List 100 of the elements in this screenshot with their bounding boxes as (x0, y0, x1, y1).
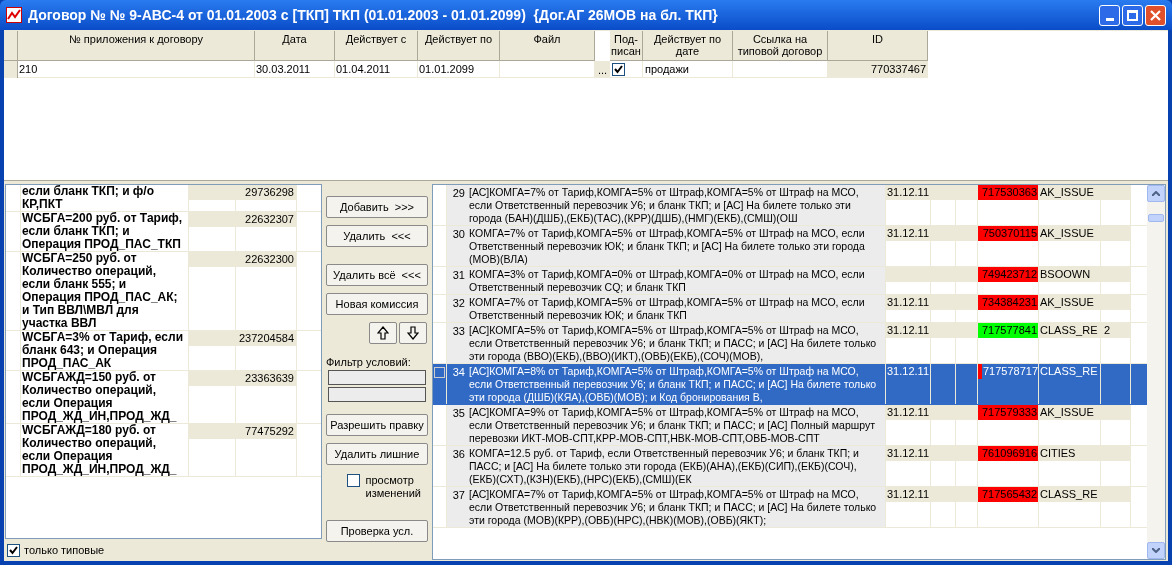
column-header[interactable]: Действует по дате (643, 31, 733, 61)
table-cell: [АС]КОМГА=9% от Тариф,КОМГА=5% от Штраф,КОМГА=5% от Штраф на МСО, если Ответственный перевозчик У6; и бланк ТКП; и ПАСС; и [АС] Полный маршрут перевозки ИКТ-МОВ-СПТ,КРР-МОВ-СПТ,НВК-МОВ-СПТ,ОВБ-МОВ-СПТ (467, 405, 886, 445)
table-cell: [АС]КОМГА=5% от Тариф,КОМГА=5% от Штраф,КОМГА=5% от Штраф на МСО, если Ответственный перевозчик У6; и бланк ТКП; и ПАСС; и [АС] На билете только эти города (ВВО)(ЕКБ),(ВВО)(ИКТ),(ОВБ)(ЕКБ),(СОЧ)(МОВ), (467, 323, 886, 363)
table-cell: CLASS_RE (1039, 323, 1101, 363)
id-cell: 717577841 (978, 323, 1039, 363)
table-cell: 01.01.2099 (418, 61, 500, 78)
table-cell: AK_ISSUE (1039, 405, 1101, 445)
table-cell: [АС]КОМГА=7% от Тариф,КОМГА=5% от Штраф,КОМГА=5% от Штраф на МСО, если Ответственный перевозчик У6; и бланк ТКП; и ПАСС; и [АС] На билете только эти города (МОВ)(КРР),(ОВБ)(НРС),(НВК)(МОВ),(ОВБ)(ЯКТ); (467, 487, 886, 527)
filter-field[interactable] (328, 387, 426, 402)
table-cell: AK_ISSUE (1039, 185, 1101, 225)
table-cell: CITIES (1039, 446, 1101, 486)
table-cell: WCБГАЖД=150 руб. от Количество операций, если Операция ПРОД_ЖД_ИН,ПРОД_ЖД_ (21, 371, 189, 423)
table-cell: КОМГА=3% от Тариф,КОМГА=0% от Штраф,КОМГА=0% от Штраф на МСО, если Ответственный перевозчик CQ; и бланк ТКП (467, 267, 886, 294)
table-cell: [АС]КОМГА=8% от Тариф,КОМГА=5% от Штраф,КОМГА=5% от Штраф на МСО, если Ответственный перевозчик У6; и бланк ТКП; и ПАСС; и [АС] На билете только эти города (ДШБ)(КЯА),(ОВБ)(МОВ); и Код бронирования В, (467, 364, 886, 404)
table-cell: 31.12.11 (886, 323, 931, 363)
checkbox-label: только типовые (24, 543, 105, 558)
table-cell: [АС]КОМГА=7% от Тариф,КОМГА=5% от Штраф,КОМГА=5% от Штраф на МСО, если Ответственный перевозчик У6; и бланк ТКП; и [АС] На билете только эти города (БАН)(ДШБ),(ЕКБ)(ТАС),(КРР)(ДШБ),(НМГ)(ЕКБ),(СМШ)(ОШ (467, 185, 886, 225)
table-cell: WCБГАЖД=180 руб. от Количество операций, если Операция ПРОД_ЖД_ИН,ПРОД_ЖД_ (21, 424, 189, 476)
maximize-button[interactable] (1122, 4, 1143, 26)
table-cell-text: 34 (451, 365, 466, 380)
table-cell: 30.03.2011 (255, 61, 335, 78)
table-row[interactable]: 32 КОМГА=7% от Тариф,КОМГА=5% от Штраф,КОМГА=5% от Штраф на МСО, если Ответственный перевозчик ЮК; и бланк ТКП 31.12.11 734384231 AK_ISSUE (433, 295, 1147, 323)
column-header[interactable]: ID (828, 31, 928, 61)
table-cell: 770337467 (828, 61, 928, 78)
scroll-down-button[interactable] (1147, 542, 1165, 559)
table-cell: WCБГА=250 руб. от Количество операций, если бланк 555; и Операция ПРОД_ПАС_АК; и Тип ВВЛ\МВЛ для участка ВВЛ (21, 252, 189, 330)
close-button[interactable] (1145, 4, 1166, 26)
table-cell: 2 (1101, 323, 1131, 363)
table-cell: 36 (447, 446, 467, 486)
checkbox[interactable] (346, 474, 360, 487)
minimize-button[interactable] (1099, 4, 1120, 26)
column-header[interactable]: Дата (255, 31, 335, 61)
id-cell: 761096916 (978, 446, 1039, 486)
table-cell: если бланк ТКП; и ф/о КР,ПКТ (21, 185, 189, 211)
table-cell: 23363639 (236, 371, 297, 423)
table-cell: 31.12.11 (886, 295, 931, 322)
action-button[interactable]: Добавить >>> (326, 196, 428, 218)
table-cell: 31.12.11 (886, 446, 931, 486)
table-row[interactable]: 31 КОМГА=3% от Тариф,КОМГА=0% от Штраф,КОМГА=0% от Штраф на МСО, если Ответственный перевозчик CQ; и бланк ТКП 749423712 BSOOWN (433, 267, 1147, 295)
table-cell: WCБГА=3% от Тариф, если бланк 643; и Операция ПРОД_ПАС_АК (21, 331, 189, 370)
table-cell: КОМГА=7% от Тариф,КОМГА=5% от Штраф,КОМГА=5% от Штраф на МСО, если Ответственный перевозчик ЮК; и бланк ТКП; и [АС] На билете только эти города (МОВ)(ВЛА) (467, 226, 886, 266)
table-cell: 01.04.2011 (335, 61, 418, 78)
action-button[interactable]: Удалить <<< (326, 225, 428, 247)
table-cell: КОМГА=7% от Тариф,КОМГА=5% от Штраф,КОМГА=5% от Штраф на МСО, если Ответственный перевозчик ЮК; и бланк ТКП (467, 295, 886, 322)
column-header[interactable]: Под-писан (610, 31, 643, 61)
action-button[interactable]: Удалить всё <<< (326, 264, 428, 286)
action-button[interactable]: Проверка усл. (326, 520, 428, 542)
chart-icon (6, 7, 22, 23)
table-cell: BSOOWN (1039, 267, 1101, 294)
column-header[interactable]: Действует с (335, 31, 418, 61)
window-title: Договор № № 9-АВС-4 от 01.01.2003 с [ТКП] ТКП (01.01.2003 - 01.01.2099) {Дог.АГ 26МОВ на бл. ТКП} (28, 5, 719, 25)
table-cell: 31.12.11 (886, 185, 931, 225)
current-row-marker (434, 367, 445, 378)
id-cell: 717579333 (978, 405, 1039, 445)
table-cell: 31.12.11 (886, 487, 931, 527)
column-header[interactable]: Действует по (418, 31, 500, 61)
maximize-icon (1127, 9, 1138, 21)
move-up-button[interactable] (369, 322, 397, 344)
table-cell: CLASS_RE (1039, 364, 1101, 404)
action-button[interactable]: Удалить лишние (326, 443, 428, 465)
browse-button[interactable]: ... (595, 61, 610, 78)
up-caret-icon (1152, 191, 1160, 196)
table-cell: CLASS_RE (1039, 487, 1101, 527)
table-cell: 33 (447, 323, 467, 363)
table-cell: 32 (447, 295, 467, 322)
column-header[interactable]: Файл (500, 31, 595, 61)
scroll-thumb[interactable] (1148, 214, 1164, 222)
filter-label: Фильтр условий: (326, 356, 411, 369)
checkbox[interactable] (612, 62, 625, 76)
table-cell: AK_ISSUE (1039, 226, 1101, 266)
table-cell: 31.12.11 (886, 364, 931, 404)
table-cell: 237204584 (236, 331, 297, 370)
action-button[interactable]: Новая комиссия (326, 293, 428, 315)
action-button[interactable]: Разрешить правку (326, 414, 428, 436)
minimize-icon (1105, 17, 1114, 21)
table-cell: 30 (447, 226, 467, 266)
filter-field[interactable] (328, 370, 426, 385)
table-cell: 22632300 (236, 252, 297, 330)
move-down-button[interactable] (399, 322, 427, 344)
down-arrow-icon (407, 326, 419, 340)
table-cell: КОМГА=12.5 руб. от Тариф, если Ответственный перевозчик У6; и бланк ТКП; и ПАСС; и [АС] На билете только эти города (ЕКБ)(АНА),(ЕКБ)(СИП),(ЕКБ)(СОЧ),(ЕКБ)(СХТ),(КЗН)(ЕКБ),(НРС)(ЕКБ),(СМШ)(ЕК (467, 446, 886, 486)
table-cell: 37 (447, 487, 467, 527)
id-cell: 734384231 (978, 295, 1039, 322)
id-cell: 717565432 (978, 487, 1039, 527)
scroll-up-button[interactable] (1147, 185, 1165, 202)
table-cell: 29736298 (236, 185, 297, 211)
table-cell: WCБГА=200 руб. от Тариф, если бланк ТКП; и Операция ПРОД_ПАС_ТКП (21, 212, 189, 251)
checkbox[interactable] (7, 543, 20, 557)
close-icon (1150, 9, 1161, 21)
table-cell: 31.12.11 (886, 405, 931, 445)
table-cell: AK_ISSUE (1039, 295, 1101, 322)
table-row[interactable]: 30 КОМГА=7% от Тариф,КОМГА=5% от Штраф,КОМГА=5% от Штраф на МСО, если Ответственный перевозчик ЮК; и бланк ТКП; и [АС] На билете только эти города (МОВ)(ВЛА) 31.12.11 750370115 AK_ISSUE (433, 226, 1147, 267)
id-cell: 749423712 (978, 267, 1039, 294)
column-header[interactable]: № приложения к договору (18, 31, 255, 61)
scrollbar[interactable] (1147, 185, 1165, 559)
up-arrow-icon (377, 326, 389, 340)
id-cell: 750370115 (978, 226, 1039, 266)
table-cell: 77475292 (236, 424, 297, 476)
table-cell: 29 (447, 185, 467, 225)
column-header[interactable]: Ссылка на типовой договор (733, 31, 828, 61)
